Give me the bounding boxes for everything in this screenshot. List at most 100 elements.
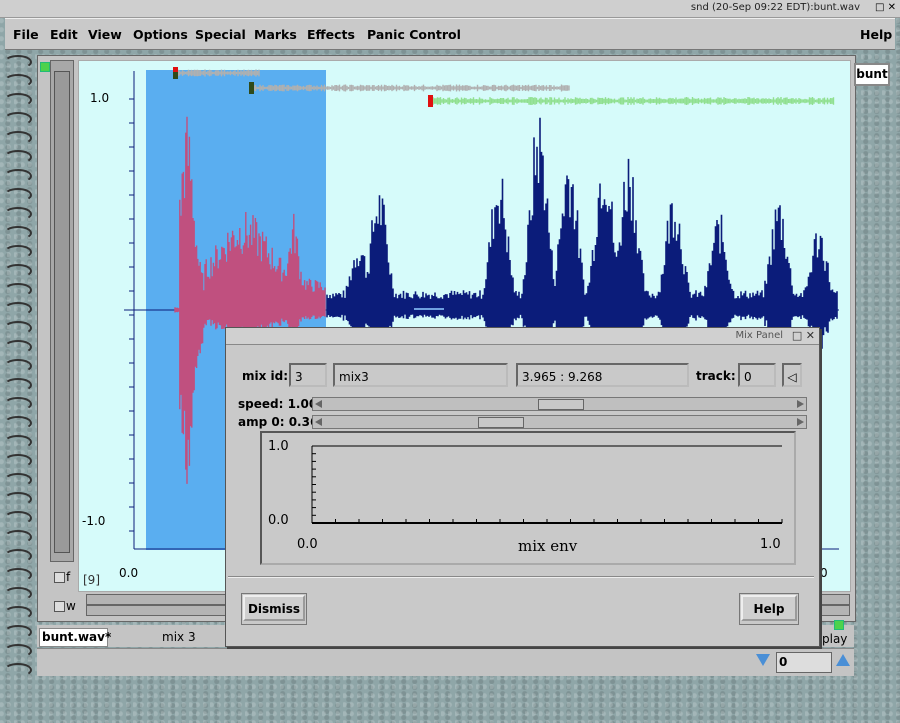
env-x-end-label: 1.0 <box>760 537 781 552</box>
menu-view[interactable]: View <box>88 27 122 42</box>
help-button[interactable]: Help <box>741 595 797 621</box>
spiral-ring <box>4 606 32 620</box>
main-waveform <box>326 117 838 350</box>
menu-marks[interactable]: Marks <box>254 27 297 42</box>
window-title: snd (20-Sep 09:22 EDT):bunt.wav <box>690 2 860 13</box>
window-controls[interactable]: □ ✕ <box>875 2 896 13</box>
spiral-ring <box>4 625 32 639</box>
dismiss-frame: Dismiss <box>241 593 307 625</box>
track-field[interactable]: 0 <box>738 363 776 387</box>
mix-tag-1-base <box>173 72 178 79</box>
amp-slider-thumb[interactable] <box>478 417 524 428</box>
menu-edit[interactable]: Edit <box>50 27 78 42</box>
spiral-ring <box>4 663 32 677</box>
speed-slider-thumb[interactable] <box>537 399 584 410</box>
menu-effects[interactable]: Effects <box>307 27 355 42</box>
zoom-scrollbar[interactable] <box>50 60 74 562</box>
speaker-button[interactable]: ◁ <box>782 363 802 387</box>
speed-slider[interactable] <box>312 397 807 411</box>
y-top-label: 1.0 <box>90 91 110 105</box>
spiral-ring <box>4 245 32 259</box>
filename-box: bunt.wav* <box>39 628 111 647</box>
envelope-editor[interactable]: 1.0 0.0 0.0 mix env 1.0 <box>260 431 796 565</box>
mix-name-field[interactable]: mix3 <box>333 363 508 387</box>
x-start-label: 0.0 <box>119 566 139 580</box>
spiral-ring <box>4 283 32 297</box>
spiral-binding <box>0 55 32 685</box>
spiral-ring <box>4 397 32 411</box>
spiral-ring <box>4 340 32 354</box>
mix-track-3 <box>432 97 835 105</box>
menu-special[interactable]: Special <box>195 27 246 42</box>
x-end-label: 0 <box>820 566 828 580</box>
spiral-ring <box>4 511 32 525</box>
mix-status-label: mix 3 <box>162 630 196 644</box>
amp-left-arrow-icon[interactable] <box>315 418 322 426</box>
dialog-separator <box>228 576 814 578</box>
spiral-ring <box>4 454 32 468</box>
dismiss-button[interactable]: Dismiss <box>243 595 305 621</box>
spiral-ring <box>4 473 32 487</box>
spiral-ring <box>4 530 32 544</box>
spiral-ring <box>4 93 32 107</box>
spiral-ring <box>4 644 32 658</box>
zoom-scroll-thumb[interactable] <box>54 71 70 553</box>
env-label: mix env <box>518 537 578 555</box>
mix-id-field[interactable]: 3 <box>289 363 327 387</box>
zoom-label: [9] <box>83 573 100 587</box>
spiral-ring <box>4 359 32 373</box>
spiral-ring <box>4 549 32 563</box>
env-ticks <box>311 445 783 524</box>
spiral-ring <box>4 150 32 164</box>
spiral-ring <box>4 492 32 506</box>
play-indicator[interactable] <box>834 620 844 630</box>
spiral-ring <box>4 416 32 430</box>
mix-panel-titlebar[interactable]: Mix Panel □ ✕ <box>226 328 819 345</box>
amp-label: amp 0: 0.36 <box>238 415 319 429</box>
mix-id-label: mix id: <box>242 369 289 383</box>
spiral-ring <box>4 302 32 316</box>
spiral-ring <box>4 378 32 392</box>
env-y-top-label: 1.0 <box>268 439 289 454</box>
y-bottom-label: -1.0 <box>82 514 106 528</box>
menu-file[interactable]: File <box>13 27 39 42</box>
mix-tag-3 <box>428 95 433 107</box>
mix-tag-2 <box>249 82 254 94</box>
w-label: w <box>66 599 76 613</box>
speed-right-arrow-icon[interactable] <box>797 400 804 408</box>
help-frame: Help <box>739 593 799 625</box>
menu-help[interactable]: Help <box>860 27 892 42</box>
play-label[interactable]: play <box>822 632 847 646</box>
w-checkbox[interactable] <box>54 601 65 612</box>
menu-panic-control[interactable]: Panic Control <box>367 27 461 42</box>
sound-tag-bunt[interactable]: bunt <box>854 63 890 86</box>
spiral-ring <box>4 226 32 240</box>
spiral-ring <box>4 188 32 202</box>
spiral-ring <box>4 55 32 69</box>
env-x-start-label: 0.0 <box>297 537 318 552</box>
mix-panel-dialog: Mix Panel □ ✕ mix id: 3 mix3 3.965 : 9.2… <box>225 327 820 647</box>
spiral-ring <box>4 321 32 335</box>
env-y-bottom-label: 0.0 <box>268 513 289 528</box>
y-ticks <box>129 98 134 532</box>
sync-indicator[interactable] <box>40 62 50 72</box>
f-checkbox[interactable] <box>54 572 65 583</box>
spiral-ring <box>4 169 32 183</box>
spiral-ring <box>4 264 32 278</box>
spin-down-icon[interactable] <box>756 654 770 666</box>
spiral-ring <box>4 207 32 221</box>
window-titlebar: snd (20-Sep 09:22 EDT):bunt.wav □ ✕ <box>0 0 900 18</box>
amp-slider[interactable] <box>312 415 807 429</box>
speed-left-arrow-icon[interactable] <box>315 400 322 408</box>
spiral-ring <box>4 74 32 88</box>
spiral-ring <box>4 112 32 126</box>
mix-panel-title: Mix Panel <box>735 330 783 341</box>
spin-input[interactable]: 0 <box>776 652 832 673</box>
mix-range-field[interactable]: 3.965 : 9.268 <box>516 363 689 387</box>
spiral-ring <box>4 131 32 145</box>
amp-right-arrow-icon[interactable] <box>797 418 804 426</box>
spin-up-icon[interactable] <box>836 654 850 666</box>
menu-options[interactable]: Options <box>133 27 188 42</box>
mix-panel-close-icon[interactable]: □ ✕ <box>792 329 815 342</box>
track-label: track: <box>696 369 736 383</box>
